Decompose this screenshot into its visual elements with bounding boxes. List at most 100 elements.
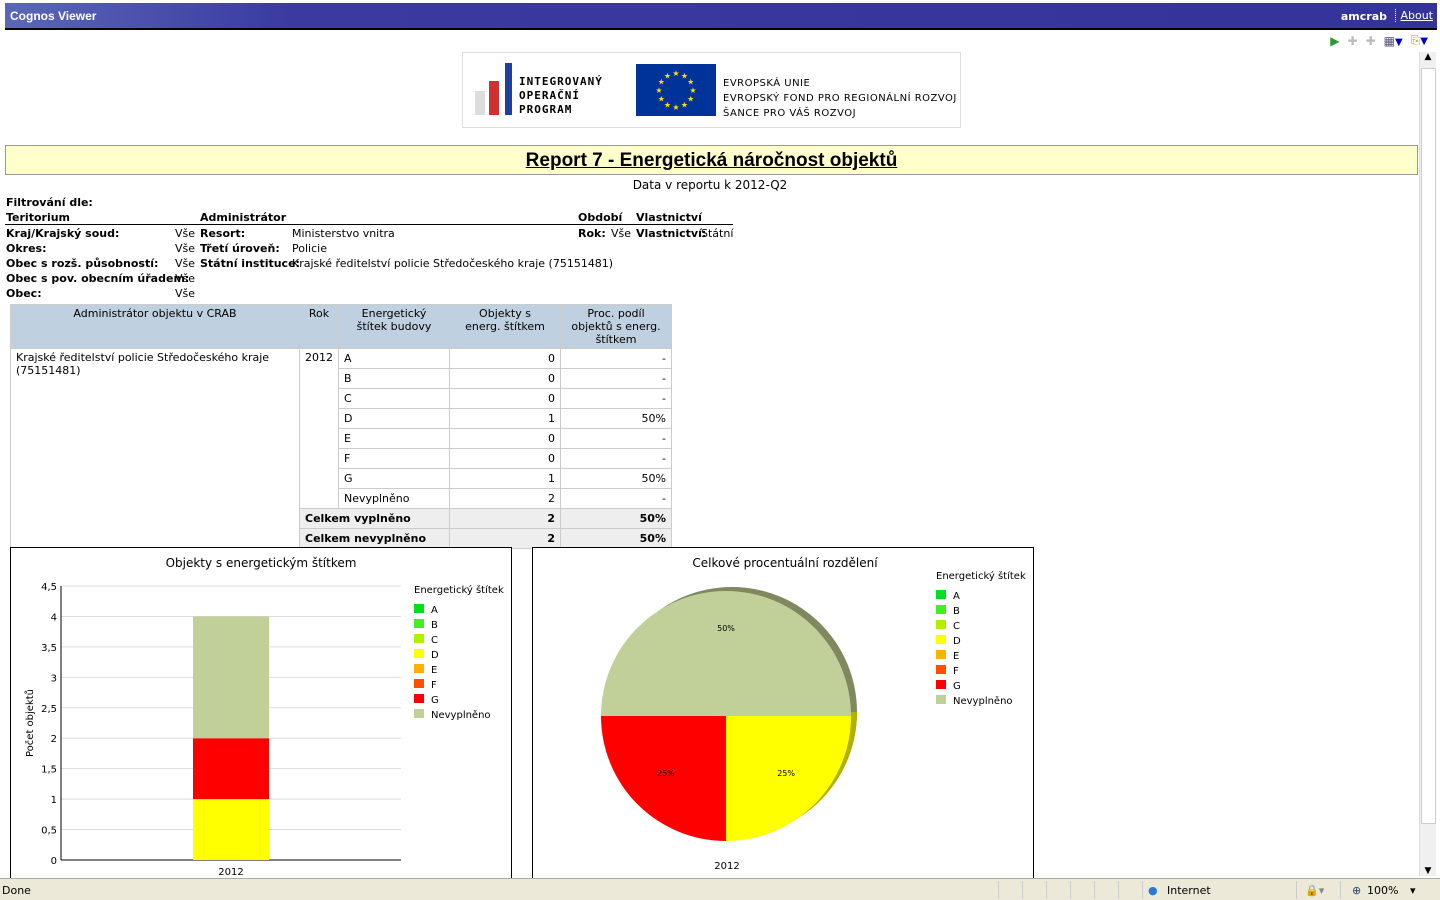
- logo-text: EVROPSKÝ FOND PRO REGIONÁLNÍ ROZVOJ: [723, 93, 957, 104]
- label-cell: Nevyplněno: [338, 488, 450, 509]
- legend-label: B: [953, 606, 960, 617]
- about-link[interactable]: About: [1395, 9, 1433, 22]
- percent-cell: -: [560, 488, 672, 509]
- protected-mode-icon[interactable]: 🔒▾: [1305, 884, 1324, 897]
- column-header: Proc. podíl objektů s energ. štítkem: [560, 304, 672, 349]
- filter-ownership-title: Vlastnictví: [636, 211, 702, 224]
- count-cell: 0: [449, 428, 561, 449]
- filter-admin-title: Administrátor: [200, 211, 287, 224]
- y-tick-label: 2: [51, 734, 57, 745]
- legend-swatch: [936, 650, 946, 659]
- filter-value: Policie: [292, 242, 327, 255]
- filter-period-title: Období: [578, 211, 623, 224]
- percent-cell: -: [560, 368, 672, 389]
- run-icon[interactable]: ▶: [1330, 34, 1339, 48]
- admin-cell: Krajské ředitelství policie Středočeskéh…: [10, 348, 300, 549]
- pie-category-label: 2012: [714, 861, 739, 872]
- logo-text: EVROPSKÁ UNIE: [723, 78, 811, 89]
- legend-label: C: [953, 621, 960, 632]
- star-icon: ★: [672, 69, 679, 78]
- drill-up-icon[interactable]: ✚: [1366, 34, 1376, 48]
- toolbar: ▶ ✚ ✚ ▦▼ ⎘▼: [1330, 33, 1428, 48]
- zoom-dropdown-icon[interactable]: ▾: [1410, 884, 1416, 897]
- drill-down-icon[interactable]: ✚: [1348, 34, 1358, 48]
- count-cell: 0: [449, 348, 561, 369]
- y-tick-label: 0: [51, 856, 57, 867]
- legend-swatch: [414, 694, 424, 703]
- column-header: Administrátor objektu v CRAB: [10, 304, 300, 349]
- table-header-row: Administrátor objektu v CRAB Rok Energet…: [10, 304, 672, 349]
- total-label: Celkem vyplněno: [299, 508, 450, 529]
- app-header: Cognos Viewer amcrab About: [5, 3, 1437, 30]
- column-header: Rok: [299, 304, 339, 349]
- slice-label: 50%: [717, 624, 735, 633]
- y-tick-label: 1,5: [41, 765, 57, 776]
- zoom-level[interactable]: 100%: [1367, 884, 1398, 897]
- filter-value: Vše: [175, 287, 196, 300]
- percent-cell: -: [560, 388, 672, 409]
- slice-label: 25%: [657, 769, 675, 778]
- total-percent: 50%: [560, 528, 672, 549]
- star-icon: ★: [687, 95, 694, 104]
- app-title: Cognos Viewer: [10, 9, 97, 23]
- count-cell: 0: [449, 368, 561, 389]
- y-tick-label: 3,5: [41, 643, 57, 654]
- legend-label: F: [953, 666, 959, 677]
- divider: [5, 224, 733, 225]
- filter-territory-title: Teritorium: [6, 211, 71, 224]
- legend-label: G: [431, 695, 439, 706]
- percent-cell: 50%: [560, 408, 672, 429]
- count-cell: 1: [449, 408, 561, 429]
- count-cell: 0: [449, 448, 561, 469]
- bar-chart: Objekty s energetickým štítkem 0 0,5 1 1,5 2 2…: [10, 547, 512, 887]
- status-bar: Done ● Internet 🔒▾ ⊕ 100% ▾: [0, 878, 1440, 900]
- y-tick-label: 1: [51, 795, 57, 806]
- related-links-icon[interactable]: ▦▼: [1384, 34, 1403, 48]
- filter-value: Vše: [175, 257, 196, 270]
- star-icon: ★: [672, 103, 679, 112]
- label-cell: B: [338, 368, 450, 389]
- legend-swatch: [936, 635, 946, 644]
- filter-label: Okres:: [6, 242, 47, 255]
- legend-swatch: [936, 605, 946, 614]
- label-cell: G: [338, 468, 450, 489]
- legend-swatch: [936, 665, 946, 674]
- scroll-thumb[interactable]: [1421, 68, 1436, 824]
- pie-slice-nevyplněno[interactable]: [601, 591, 851, 716]
- vertical-scrollbar[interactable]: ▲ ▼: [1419, 52, 1436, 876]
- bar-segment-nevyplněno[interactable]: [193, 616, 269, 739]
- bar-segment-g[interactable]: [193, 738, 269, 800]
- filter-value: Ministerstvo vnitra: [292, 227, 395, 240]
- filter-heading: Filtrování dle:: [6, 196, 93, 209]
- legend-label: D: [431, 650, 439, 661]
- x-tick-label: 2012: [218, 867, 243, 878]
- filter-label: Státní instituce:: [200, 257, 300, 270]
- pie-slice-g[interactable]: [601, 716, 726, 841]
- return-icon[interactable]: ⎘▼: [1411, 33, 1428, 48]
- filter-label: Resort:: [200, 227, 246, 240]
- logo-text: ŠANCE PRO VÁŠ ROZVOJ: [723, 108, 857, 119]
- filter-label: Obec:: [6, 287, 42, 300]
- legend-swatch: [414, 709, 424, 718]
- legend-label: F: [431, 680, 437, 691]
- total-count: 2: [449, 508, 561, 529]
- pie-slice-d[interactable]: [726, 716, 851, 841]
- status-text: Done: [2, 884, 31, 897]
- legend-label: E: [953, 651, 959, 662]
- filter-label: Kraj/Krajský soud:: [6, 227, 120, 240]
- report-subtitle: Data v reportu k 2012-Q2: [632, 178, 788, 192]
- filter-label: Třetí úroveň:: [200, 242, 280, 255]
- column-header: Objekty s energ. štítkem: [449, 304, 561, 349]
- bar-segment-d[interactable]: [193, 799, 269, 860]
- column-header: Energetický štítek budovy: [338, 304, 450, 349]
- count-cell: 2: [449, 488, 561, 509]
- legend-title: Energetický štítek: [414, 584, 504, 596]
- label-cell: F: [338, 448, 450, 469]
- total-label: Celkem nevyplněno: [299, 528, 450, 549]
- label-cell: A: [338, 348, 450, 369]
- star-icon: ★: [655, 86, 662, 95]
- report-title: Report 7 - Energetická náročnost objektů: [5, 145, 1418, 175]
- legend-swatch: [936, 695, 946, 704]
- legend-swatch: [414, 619, 424, 628]
- legend-swatch: [936, 590, 946, 599]
